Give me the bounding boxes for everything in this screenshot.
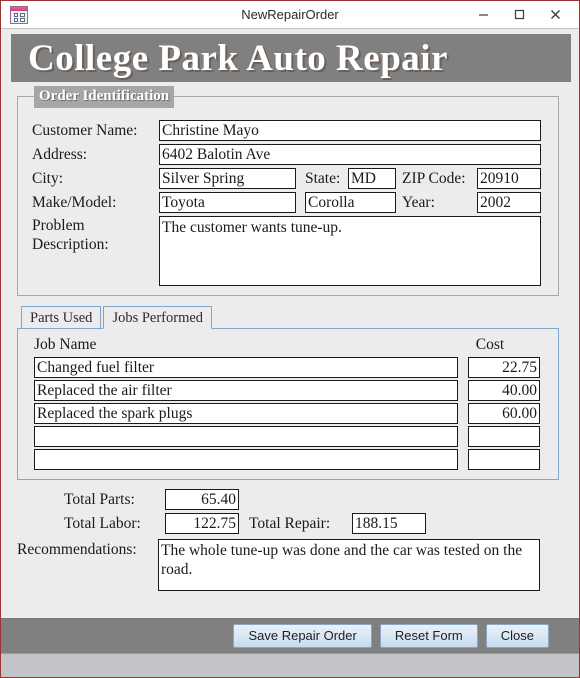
tab-panel-jobs-performed: Job Name Cost Changed fuel filter 22.75 …: [17, 328, 559, 480]
recommendations-textarea[interactable]: The whole tune-up was done and the car w…: [158, 539, 540, 591]
job-cost-cell[interactable]: 60.00: [468, 403, 540, 424]
table-row: [34, 449, 548, 470]
company-name: College Park Auto Repair: [28, 37, 448, 79]
tab-control: Parts Used Jobs Performed Job Name Cost …: [17, 306, 559, 480]
title-bar: NewRepairOrder: [1, 1, 579, 28]
job-name-cell[interactable]: Replaced the air filter: [34, 380, 458, 401]
city-label: City:: [32, 170, 64, 187]
zip-code-input[interactable]: 20910: [477, 168, 541, 189]
form-window-icon: [10, 5, 28, 24]
close-button[interactable]: [537, 3, 573, 27]
total-labor-value: 122.75: [165, 513, 239, 534]
total-parts-label: Total Parts:: [64, 491, 135, 508]
table-row: [34, 426, 548, 447]
state-label: State:: [305, 170, 341, 187]
recommendations-label: Recommendations:: [17, 541, 137, 558]
job-name-cell[interactable]: [34, 426, 458, 447]
form-button-bar: Save Repair Order Reset Form Close: [1, 618, 579, 653]
address-input[interactable]: 6402 Balotin Ave: [159, 144, 541, 165]
address-label: Address:: [32, 146, 88, 163]
order-identification-legend: Order Identification: [34, 86, 175, 108]
city-input[interactable]: Silver Spring: [159, 168, 296, 189]
total-labor-label: Total Labor:: [64, 515, 141, 532]
minimize-button[interactable]: [465, 3, 501, 27]
problem-description-label-line1: Problem: [32, 217, 85, 234]
order-identification-group: Order Identification Customer Name: Chri…: [17, 86, 559, 296]
year-input[interactable]: 2002: [477, 192, 541, 213]
tab-jobs-performed[interactable]: Jobs Performed: [103, 306, 213, 329]
total-repair-label: Total Repair:: [249, 515, 331, 532]
jobs-table-header: Job Name Cost: [34, 336, 548, 357]
job-name-cell[interactable]: Replaced the spark plugs: [34, 403, 458, 424]
make-model-label: Make/Model:: [32, 194, 117, 211]
problem-description-label-line2: Description:: [32, 236, 109, 253]
company-banner: College Park Auto Repair: [11, 34, 571, 82]
zip-code-label: ZIP Code:: [402, 170, 466, 187]
year-label: Year:: [402, 194, 435, 211]
problem-description-textarea[interactable]: The customer wants tune-up.: [159, 216, 541, 286]
form-client-area: College Park Auto Repair Order Identific…: [1, 28, 579, 677]
total-parts-value: 65.40: [165, 489, 239, 510]
totals-section: Total Parts: 65.40 Total Labor: 122.75 T…: [17, 486, 559, 538]
job-cost-cell[interactable]: 40.00: [468, 380, 540, 401]
job-name-cell[interactable]: [34, 449, 458, 470]
table-row: Replaced the spark plugs 60.00: [34, 403, 548, 424]
tab-strip: Parts Used Jobs Performed: [17, 306, 559, 329]
customer-name-input[interactable]: Christine Mayo: [159, 120, 541, 141]
close-button[interactable]: Close: [485, 624, 549, 648]
table-row: Changed fuel filter 22.75: [34, 357, 548, 378]
reset-form-button[interactable]: Reset Form: [379, 624, 478, 648]
save-repair-order-button[interactable]: Save Repair Order: [233, 624, 372, 648]
total-repair-value: 188.15: [352, 513, 426, 534]
job-name-cell[interactable]: Changed fuel filter: [34, 357, 458, 378]
status-bar: [1, 653, 579, 677]
state-input[interactable]: MD: [348, 168, 396, 189]
column-header-job-name: Job Name: [34, 336, 97, 353]
column-header-cost: Cost: [475, 336, 505, 353]
application-window: NewRepairOrder College Park Auto Repair …: [0, 0, 580, 678]
customer-name-label: Customer Name:: [32, 122, 138, 139]
job-cost-cell[interactable]: [468, 426, 540, 447]
job-cost-cell[interactable]: 22.75: [468, 357, 540, 378]
tab-parts-used[interactable]: Parts Used: [21, 306, 102, 329]
model-input[interactable]: Corolla: [305, 192, 396, 213]
window-controls: [465, 1, 579, 28]
maximize-button[interactable]: [501, 3, 537, 27]
table-row: Replaced the air filter 40.00: [34, 380, 548, 401]
make-input[interactable]: Toyota: [159, 192, 296, 213]
recommendations-section: Recommendations: The whole tune-up was d…: [17, 538, 559, 594]
job-cost-cell[interactable]: [468, 449, 540, 470]
